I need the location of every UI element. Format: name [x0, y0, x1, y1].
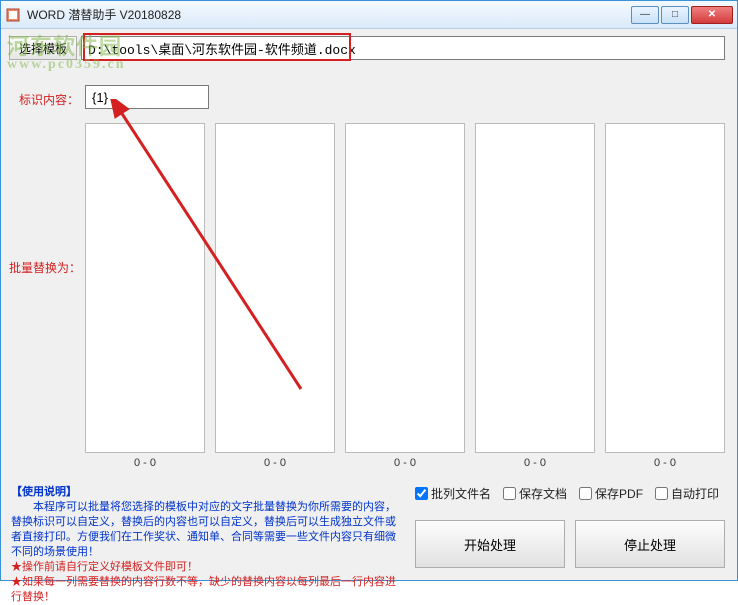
replace-panels: [85, 123, 725, 453]
bottom-row: 【使用说明】 本程序可以批量将您选择的模板中对应的文字批量替换为你所需要的内容，…: [9, 481, 725, 572]
help-line-2: ★操作前请自行定义好模板文件即可！: [11, 561, 198, 573]
save-doc-input[interactable]: [503, 487, 516, 500]
window-controls: — □ ✕: [631, 6, 733, 24]
count-2: 0 - 0: [215, 457, 335, 469]
template-path-input[interactable]: [81, 36, 725, 60]
help-text: 【使用说明】 本程序可以批量将您选择的模板中对应的文字批量替换为你所需要的内容，…: [9, 481, 403, 572]
batch-filename-checkbox[interactable]: 批列文件名: [415, 485, 491, 502]
app-icon: [5, 7, 21, 23]
save-pdf-checkbox[interactable]: 保存PDF: [579, 485, 643, 502]
window-title: WORD 潜替助手 V20180828: [27, 6, 631, 23]
close-button[interactable]: ✕: [691, 6, 733, 24]
count-4: 0 - 0: [475, 457, 595, 469]
content-area: 选择模板 标识内容： 批量替换为： 0 - 0 0 - 0 0 - 0 0 - …: [1, 29, 737, 580]
count-1: 0 - 0: [85, 457, 205, 469]
action-buttons: 开始处理 停止处理: [415, 520, 725, 568]
template-row: 选择模板: [9, 35, 725, 61]
auto-print-input[interactable]: [655, 487, 668, 500]
auto-print-checkbox[interactable]: 自动打印: [655, 485, 719, 502]
replace-panel-1[interactable]: [85, 123, 205, 453]
stop-button[interactable]: 停止处理: [575, 520, 725, 568]
select-template-button[interactable]: 选择模板: [9, 36, 77, 60]
batch-replace-label: 批量替换为：: [9, 259, 81, 276]
app-window: WORD 潜替助手 V20180828 — □ ✕ 选择模板 标识内容： 批量替…: [0, 0, 738, 581]
identifier-label: 标识内容：: [19, 91, 79, 108]
start-button[interactable]: 开始处理: [415, 520, 565, 568]
minimize-button[interactable]: —: [631, 6, 659, 24]
checkbox-row: 批列文件名 保存文档 保存PDF 自动打印: [415, 481, 725, 502]
replace-panel-4[interactable]: [475, 123, 595, 453]
count-3: 0 - 0: [345, 457, 465, 469]
maximize-button[interactable]: □: [661, 6, 689, 24]
replace-panel-3[interactable]: [345, 123, 465, 453]
batch-filename-input[interactable]: [415, 487, 428, 500]
titlebar: WORD 潜替助手 V20180828 — □ ✕: [1, 1, 737, 29]
help-line-3: ★如果每一列需要替换的内容行数不等，缺少的替换内容以每列最后一行内容进行替换！: [11, 576, 396, 603]
identifier-input[interactable]: [85, 85, 209, 109]
replace-panel-2[interactable]: [215, 123, 335, 453]
controls-column: 批列文件名 保存文档 保存PDF 自动打印 开始处理 停止处理: [415, 481, 725, 572]
panel-counts: 0 - 0 0 - 0 0 - 0 0 - 0 0 - 0: [85, 457, 725, 469]
save-pdf-input[interactable]: [579, 487, 592, 500]
replace-panel-5[interactable]: [605, 123, 725, 453]
save-doc-checkbox[interactable]: 保存文档: [503, 485, 567, 502]
help-line-1: 本程序可以批量将您选择的模板中对应的文字批量替换为你所需要的内容，替换标识可以自…: [11, 501, 396, 558]
count-5: 0 - 0: [605, 457, 725, 469]
help-title: 【使用说明】: [11, 486, 77, 498]
